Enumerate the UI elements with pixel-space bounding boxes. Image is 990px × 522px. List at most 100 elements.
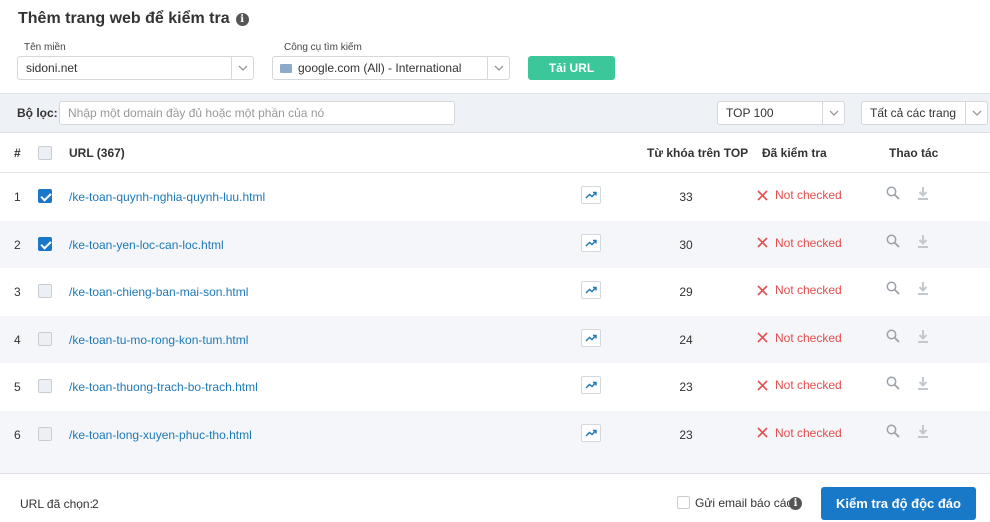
search-icon[interactable]	[886, 186, 900, 203]
col-checked[interactable]: Đã kiểm tra	[762, 146, 827, 160]
url-link[interactable]: /ke-toan-tu-mo-rong-kon-tum.html	[69, 333, 248, 347]
row-number: 2	[14, 237, 21, 252]
email-report-checkbox[interactable]	[677, 496, 690, 509]
search-icon[interactable]	[886, 234, 900, 251]
status-text: Not checked	[775, 188, 842, 202]
table-row: 3/ke-toan-chieng-ban-mai-son.html 29 Not c…	[0, 268, 990, 315]
row-checkbox[interactable]	[38, 426, 52, 441]
table-row: 4/ke-toan-tu-mo-rong-kon-tum.html 24 Not c…	[0, 315, 990, 363]
url-link[interactable]: /ke-toan-long-xuyen-phuc-tho.html	[69, 428, 252, 442]
info-icon[interactable]: i	[235, 12, 249, 26]
chevron-down-icon[interactable]	[822, 102, 844, 124]
url-link[interactable]: /ke-toan-quynh-nghia-quynh-luu.html	[69, 190, 265, 204]
status-badge: Not checked	[757, 426, 842, 440]
chevron-down-icon[interactable]	[487, 57, 509, 79]
domain-label: Tên miền	[24, 42, 66, 53]
row-checkbox[interactable]	[38, 379, 52, 393]
trend-icon[interactable]	[581, 328, 601, 347]
footer-bar: URL đã chọn: 2 Gửi email báo cáo i Kiểm …	[0, 473, 990, 522]
download-icon[interactable]	[917, 281, 929, 298]
row-checkbox[interactable]	[38, 331, 52, 346]
check-uniqueness-button[interactable]: Kiểm tra độ độc đáo	[821, 487, 976, 520]
row-number: 3	[14, 285, 21, 299]
engine-label: Công cụ tìm kiếm	[284, 42, 362, 53]
search-icon[interactable]	[886, 329, 900, 346]
filter-label: Bộ lọc:	[17, 106, 58, 120]
row-number: 1	[14, 190, 21, 204]
download-icon[interactable]	[917, 186, 929, 203]
status-text: Not checked	[775, 235, 842, 250]
filter-input[interactable]: Nhập một domain đầy đủ hoặc một phần của…	[59, 101, 455, 125]
search-icon[interactable]	[886, 424, 900, 441]
trend-icon[interactable]	[581, 186, 601, 204]
keyword-count: 24	[679, 332, 693, 347]
status-badge: Not checked	[757, 236, 842, 250]
filter-bar: Bộ lọc: Nhập một domain đầy đủ hoặc một …	[0, 93, 990, 133]
info-icon[interactable]: i	[789, 497, 802, 510]
keyword-count: 23	[679, 427, 693, 442]
table-row: 6/ke-toan-long-xuyen-phuc-tho.html 23 Not …	[0, 410, 990, 458]
trend-icon[interactable]	[581, 281, 601, 299]
email-report-label[interactable]: Gửi email báo cáo	[695, 496, 793, 510]
status-badge: Not checked	[757, 331, 842, 345]
domain-select[interactable]: sidoni.net	[17, 56, 254, 80]
url-link[interactable]: /ke-toan-chieng-ban-mai-son.html	[69, 285, 248, 299]
close-icon	[757, 427, 768, 438]
engine-select[interactable]: google.com (All) - International	[272, 56, 510, 80]
col-num: #	[14, 146, 21, 160]
close-icon	[757, 237, 768, 248]
status-text: Not checked	[775, 283, 842, 297]
table-header: # URL (367) Từ khóa trên TOP Đã kiểm tra…	[0, 133, 990, 173]
download-icon[interactable]	[917, 234, 929, 251]
col-actions: Thao tác	[889, 146, 939, 160]
selected-url-count: 2	[92, 497, 99, 511]
download-icon[interactable]	[917, 376, 929, 393]
engine-value: google.com (All) - International	[298, 61, 462, 75]
status-text: Not checked	[775, 378, 842, 392]
select-all-checkbox[interactable]	[38, 146, 52, 160]
row-number: 6	[14, 427, 21, 442]
pages-select[interactable]: Tất cả các trang	[861, 101, 988, 125]
table-row-partial	[0, 458, 990, 473]
top-select-value: TOP 100	[726, 106, 774, 120]
page-title: Thêm trang web để kiểm tra i	[18, 10, 249, 28]
col-keywords[interactable]: Từ khóa trên TOP	[647, 146, 748, 160]
trend-icon[interactable]	[581, 376, 601, 394]
load-url-button[interactable]: Tải URL	[528, 56, 615, 80]
close-icon	[757, 284, 768, 296]
chevron-down-icon[interactable]	[965, 102, 987, 124]
pages-select-value: Tất cả các trang	[870, 106, 957, 120]
top-select[interactable]: TOP 100	[717, 101, 845, 125]
status-badge: Not checked	[757, 378, 842, 392]
status-text: Not checked	[775, 425, 842, 440]
row-checkbox[interactable]	[38, 284, 52, 298]
status-badge: Not checked	[757, 283, 842, 297]
filter-placeholder: Nhập một domain đầy đủ hoặc một phần của…	[68, 106, 325, 120]
row-number: 5	[14, 380, 21, 394]
url-link[interactable]: /ke-toan-yen-loc-can-loc.html	[69, 238, 224, 252]
row-checkbox[interactable]	[38, 236, 52, 251]
table-row: 1/ke-toan-quynh-nghia-quynh-luu.html 33 No…	[0, 173, 990, 220]
col-url[interactable]: URL (367)	[69, 146, 125, 160]
table-row: 2/ke-toan-yen-loc-can-loc.html 30 Not chec…	[0, 220, 990, 268]
selected-url-label: URL đã chọn:	[20, 497, 93, 511]
close-icon	[757, 189, 768, 201]
trend-icon[interactable]	[581, 233, 601, 252]
close-icon	[757, 332, 768, 343]
status-text: Not checked	[775, 330, 842, 345]
search-icon[interactable]	[886, 281, 900, 298]
keyword-count: 29	[679, 285, 693, 299]
keyword-count: 30	[679, 237, 693, 252]
table-row: 5/ke-toan-thuong-trach-bo-trach.html 23 No…	[0, 363, 990, 410]
download-icon[interactable]	[917, 329, 929, 346]
search-icon[interactable]	[886, 376, 900, 393]
download-icon[interactable]	[917, 424, 929, 441]
chevron-down-icon[interactable]	[231, 57, 253, 79]
close-icon	[757, 379, 768, 391]
row-checkbox[interactable]	[38, 189, 52, 203]
trend-icon[interactable]	[581, 423, 601, 442]
url-link[interactable]: /ke-toan-thuong-trach-bo-trach.html	[69, 380, 258, 394]
keyword-count: 33	[679, 190, 693, 204]
row-number: 4	[14, 332, 21, 347]
page-title-text: Thêm trang web để kiểm tra	[18, 10, 230, 27]
